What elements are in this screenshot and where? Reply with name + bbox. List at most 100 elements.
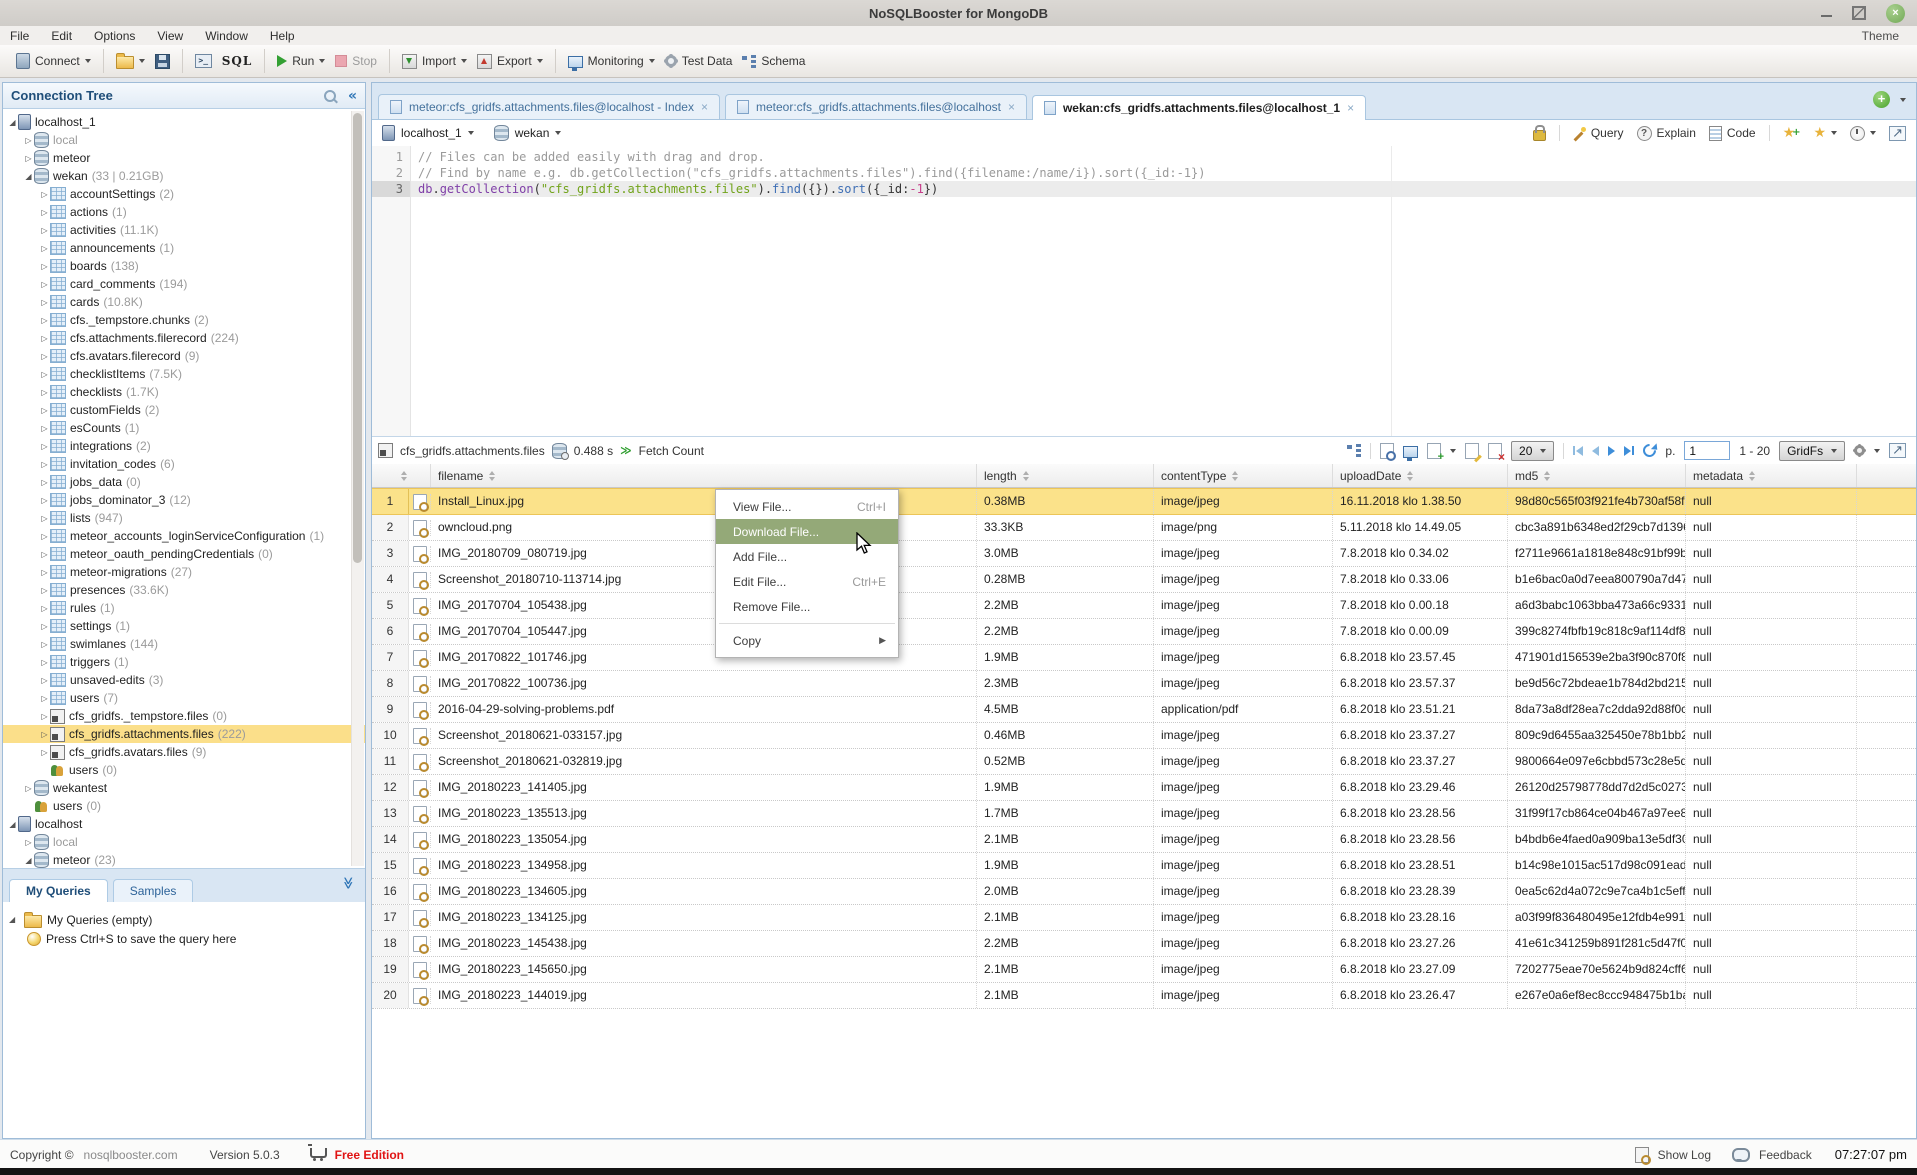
tree-expander[interactable]: ◢ xyxy=(23,172,34,181)
table-row[interactable]: 19IMG_20180223_145650.jpg2.1MBimage/jpeg… xyxy=(372,957,1916,983)
tree-item[interactable]: ▷ meteor xyxy=(3,149,365,167)
save-button[interactable] xyxy=(155,54,170,69)
editor-code[interactable]: // Files can be added easily with drag a… xyxy=(411,146,1916,436)
view-file-icon[interactable] xyxy=(413,598,427,614)
view-file-icon[interactable] xyxy=(413,650,427,666)
table-row[interactable]: 1Install_Linux.jpg0.38MBimage/jpeg16.11.… xyxy=(372,488,1916,515)
tree-expander[interactable]: ▷ xyxy=(39,316,50,325)
tree-expander[interactable]: ▷ xyxy=(39,550,50,559)
open-file-button[interactable] xyxy=(116,53,145,69)
collapse-queries-icon[interactable]: ≫ xyxy=(342,877,356,890)
close-button[interactable]: × xyxy=(1886,4,1905,23)
tree-expander[interactable]: ▷ xyxy=(39,514,50,523)
tree-expander[interactable]: ▷ xyxy=(39,226,50,235)
tree-expander[interactable]: ◢ xyxy=(7,820,18,829)
tree-item[interactable]: ◢ meteor (23) xyxy=(3,851,365,868)
tree-expander[interactable]: ▷ xyxy=(23,784,34,793)
next-page-button[interactable] xyxy=(1608,446,1615,456)
tree-expander[interactable]: ▷ xyxy=(39,406,50,415)
add-favorite-star-icon[interactable]: ★+ xyxy=(1783,127,1801,139)
cart-icon[interactable] xyxy=(310,1148,327,1158)
tree-item[interactable]: ▷ cfs.avatars.filerecord (9) xyxy=(3,347,365,365)
view-file-icon[interactable] xyxy=(413,936,427,952)
column-header-contentType[interactable]: contentType xyxy=(1154,464,1333,487)
tree-expander[interactable]: ▷ xyxy=(39,262,50,271)
tree-item[interactable]: ▷ cards (10.8K) xyxy=(3,293,365,311)
edit-document-icon[interactable] xyxy=(1465,443,1479,459)
chevron-down-icon[interactable] xyxy=(1450,449,1456,453)
chevron-down-icon[interactable] xyxy=(461,59,467,63)
view-file-icon[interactable] xyxy=(413,702,427,718)
tree-item[interactable]: ▷ cfs._tempstore.chunks (2) xyxy=(3,311,365,329)
code-line[interactable]: db.getCollection("cfs_gridfs.attachments… xyxy=(411,181,1916,197)
export-button[interactable]: Export xyxy=(477,54,543,69)
chevron-down-icon[interactable] xyxy=(537,59,543,63)
view-file-icon[interactable] xyxy=(413,858,427,874)
tree-expander[interactable]: ▷ xyxy=(39,370,50,379)
tree-expander[interactable]: ▷ xyxy=(39,352,50,361)
tree-item[interactable]: ▷ meteor_accounts_loginServiceConfigurat… xyxy=(3,527,365,545)
menu-item[interactable]: Help xyxy=(270,29,295,43)
tree-expander[interactable]: ▷ xyxy=(39,496,50,505)
table-row[interactable]: 17IMG_20180223_134125.jpg2.1MBimage/jpeg… xyxy=(372,905,1916,931)
table-row[interactable]: 5IMG_20170704_105438.jpg2.2MBimage/jpeg7… xyxy=(372,593,1916,619)
tree-item[interactable]: ▷ jobs_dominator_3 (12) xyxy=(3,491,365,509)
new-tab-button[interactable]: + xyxy=(1873,91,1890,108)
table-row[interactable]: 3IMG_20180709_080719.jpg3.0MBimage/jpeg7… xyxy=(372,541,1916,567)
chevron-down-icon[interactable] xyxy=(649,59,655,63)
show-log-icon[interactable] xyxy=(1635,1147,1649,1163)
table-row[interactable]: 18IMG_20180223_145438.jpg2.2MBimage/jpeg… xyxy=(372,931,1916,957)
fetch-count-button[interactable]: Fetch Count xyxy=(639,444,704,458)
tree-item[interactable]: ▷ accountSettings (2) xyxy=(3,185,365,203)
tree-item[interactable]: ▷ local xyxy=(3,833,365,851)
minimize-button[interactable] xyxy=(1821,15,1832,17)
view-file-icon[interactable] xyxy=(413,806,427,822)
chevron-down-icon[interactable] xyxy=(1831,131,1837,135)
tree-expander[interactable]: ▷ xyxy=(39,730,50,739)
import-button[interactable]: Import xyxy=(402,54,467,69)
tree-scrollbar[interactable] xyxy=(351,111,364,866)
tree-item[interactable]: ▷ swimlanes (144) xyxy=(3,635,365,653)
view-file-icon[interactable] xyxy=(413,910,427,926)
table-row[interactable]: 20IMG_20180223_144019.jpg2.1MBimage/jpeg… xyxy=(372,983,1916,1009)
tree-expander[interactable]: ▷ xyxy=(39,694,50,703)
tree-item[interactable]: ▷ announcements (1) xyxy=(3,239,365,257)
tree-expander[interactable]: ◢ xyxy=(9,915,19,924)
settings-gear-icon[interactable] xyxy=(1854,445,1865,456)
context-menu-item[interactable]: View File... Ctrl+I ▶ xyxy=(716,494,898,519)
tab-my-queries[interactable]: My Queries xyxy=(9,879,108,902)
chevron-down-icon[interactable] xyxy=(1874,449,1880,453)
tree-item[interactable]: ▷ cfs_gridfs.avatars.files (9) xyxy=(3,743,365,761)
close-tab-icon[interactable]: × xyxy=(1008,100,1015,114)
tree-item[interactable]: users (0) xyxy=(3,797,365,815)
view-file-icon[interactable] xyxy=(413,780,427,796)
table-row[interactable]: 11Screenshot_20180621-032819.jpg0.52MBim… xyxy=(372,749,1916,775)
favorites-button[interactable]: ★ xyxy=(1814,127,1838,139)
monitor-view-icon[interactable] xyxy=(1403,446,1418,458)
chevron-down-icon[interactable] xyxy=(319,59,325,63)
view-file-icon[interactable] xyxy=(413,754,427,770)
tree-expander[interactable]: ▷ xyxy=(39,388,50,397)
page-size-select[interactable]: 20 xyxy=(1511,441,1554,461)
schema-view-icon[interactable] xyxy=(1347,444,1361,457)
tree-item[interactable]: ▷ boards (138) xyxy=(3,257,365,275)
tree-expander[interactable]: ▷ xyxy=(39,712,50,721)
row-selector-header[interactable] xyxy=(372,464,431,487)
view-file-icon[interactable] xyxy=(413,494,427,510)
history-button[interactable] xyxy=(1850,126,1876,141)
chevron-down-icon[interactable] xyxy=(139,59,145,63)
tree-expander[interactable]: ▷ xyxy=(39,208,50,217)
editor-tab[interactable]: meteor:cfs_gridfs.attachments.files@loca… xyxy=(725,94,1027,119)
view-file-icon[interactable] xyxy=(413,962,427,978)
tree-expander[interactable]: ▷ xyxy=(39,334,50,343)
tree-item[interactable]: ▷ local xyxy=(3,131,365,149)
tree-expander[interactable]: ▷ xyxy=(23,838,34,847)
search-icon[interactable] xyxy=(324,90,336,102)
tree-item[interactable]: ▷ meteor_oauth_pendingCredentials (0) xyxy=(3,545,365,563)
column-header-uploadDate[interactable]: uploadDate xyxy=(1333,464,1508,487)
tree-item[interactable]: ◢ wekan (33 | 0.21GB) xyxy=(3,167,365,185)
tree-item[interactable]: ▷ wekantest xyxy=(3,779,365,797)
site-label[interactable]: nosqlbooster.com xyxy=(84,1148,178,1162)
sql-button[interactable]: SQL xyxy=(222,54,253,68)
menu-item[interactable]: View xyxy=(157,29,183,43)
